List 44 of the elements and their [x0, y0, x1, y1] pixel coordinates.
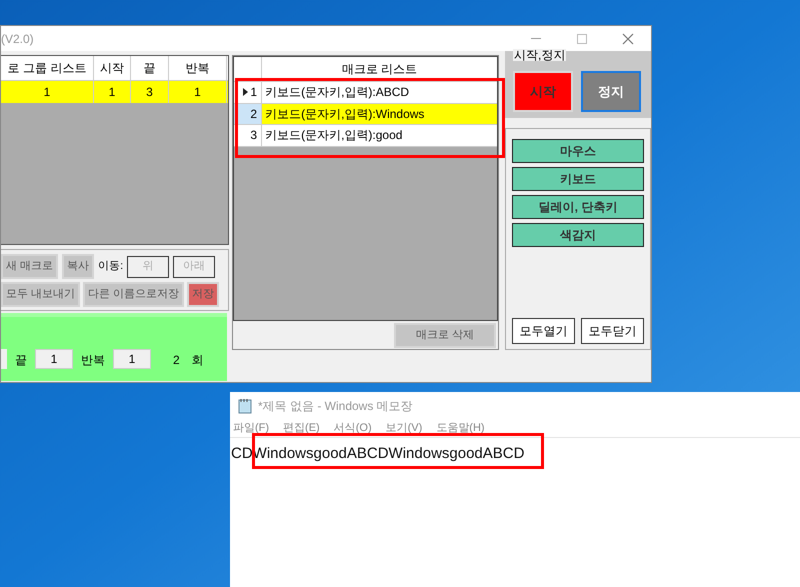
table-cell: 3	[131, 81, 169, 103]
repeat-field[interactable]: 1	[113, 349, 151, 369]
macro-row[interactable]: 키보드(문자키,입력):Windows	[262, 104, 497, 124]
end-label: 끝	[15, 352, 27, 369]
unit-label: 회	[192, 352, 204, 369]
input-field[interactable]	[1, 349, 7, 369]
macro-button[interactable]: 모두 내보내기	[1, 282, 80, 307]
column-header: 로 그룹 리스트	[1, 56, 94, 80]
repeat-label: 반복	[81, 352, 105, 369]
category-button[interactable]: 마우스	[512, 139, 644, 163]
row-pointer-icon	[243, 88, 248, 96]
notepad-icon	[238, 398, 252, 414]
group-row[interactable]: 1 1 3 1	[1, 81, 228, 103]
macro-row[interactable]: 키보드(문자키,입력):good	[262, 125, 497, 146]
group-title: 시작,정지	[513, 49, 566, 61]
table-cell: 1	[1, 81, 94, 103]
category-button[interactable]: 딜레이, 단축키	[512, 195, 644, 219]
repeat-count: 2	[173, 352, 180, 369]
close-icon[interactable]	[622, 32, 634, 44]
expand-button[interactable]: 모두닫기	[581, 318, 644, 344]
macro-button[interactable]: 다른 이름으로저장	[83, 282, 184, 307]
move-label: 이동:	[98, 259, 124, 274]
macro-button[interactable]: 복사	[62, 254, 94, 279]
stop-button[interactable]: 정지	[581, 71, 641, 112]
column-header: 매크로 리스트	[340, 61, 418, 78]
column-header: 끝	[131, 56, 169, 80]
table-cell: 1	[94, 81, 131, 103]
menu-item[interactable]: 보기(V)	[386, 420, 422, 437]
window-title: (V2.0)	[1, 30, 34, 48]
table-cell: 1	[169, 81, 227, 103]
column-header: 반복	[169, 56, 227, 80]
menu-item[interactable]: 도움말(H)	[436, 420, 485, 437]
macro-button[interactable]: 매크로 삭제	[394, 322, 496, 348]
category-button[interactable]: 키보드	[512, 167, 644, 191]
category-button[interactable]: 색감지	[512, 223, 644, 247]
macro-button[interactable]: 새 매크로	[1, 254, 58, 279]
window-title: *제목 없음 - Windows 메모장	[258, 398, 413, 415]
menu-item[interactable]: 파일(F)	[233, 420, 270, 437]
menu-item[interactable]: 편집(E)	[283, 420, 320, 437]
macro-row[interactable]: 키보드(문자키,입력):ABCD	[262, 82, 497, 102]
end-field[interactable]: 1	[35, 349, 73, 369]
column-header: 시작	[94, 56, 131, 80]
expand-button[interactable]: 모두열기	[512, 318, 575, 344]
menu-item[interactable]: 서식(O)	[334, 420, 372, 437]
